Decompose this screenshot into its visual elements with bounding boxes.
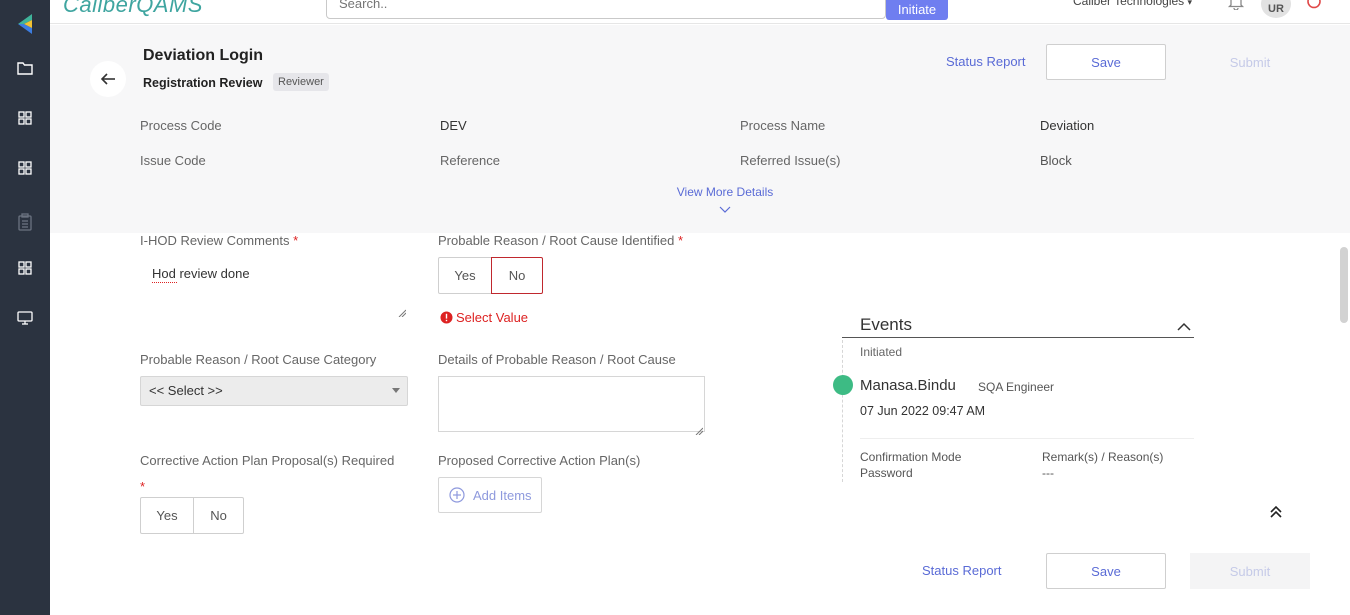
capa-required-no-option[interactable]: No	[193, 497, 244, 534]
initiate-button[interactable]: Initiate	[886, 0, 948, 20]
probable-reason-no-option[interactable]: No	[491, 257, 543, 294]
validation-error-text: Select Value	[456, 310, 529, 325]
block-label: Block	[1040, 153, 1072, 168]
submit-button[interactable]: Submit	[1190, 44, 1310, 80]
required-mark: *	[293, 233, 299, 248]
ihod-review-label: I-HOD Review Comments *	[140, 233, 298, 248]
power-icon[interactable]	[1305, 0, 1323, 15]
chevron-down-icon: ▾	[1187, 0, 1193, 7]
capa-required-label: Corrective Action Plan Proposal(s) Requi…	[140, 453, 395, 468]
role-badge: Reviewer	[273, 73, 329, 91]
ihod-review-label-text: I-HOD Review Comments	[140, 233, 290, 248]
app-logo-icon[interactable]	[12, 12, 38, 36]
sidebar	[0, 0, 50, 615]
scrollbar[interactable]	[1340, 247, 1348, 323]
proposed-capa-label: Proposed Corrective Action Plan(s)	[438, 453, 641, 468]
search-input[interactable]	[326, 0, 886, 19]
company-selector[interactable]: Caliber Technologies ▾	[1073, 0, 1192, 8]
events-title: Events	[860, 315, 912, 334]
footer-save-button[interactable]: Save	[1046, 553, 1166, 589]
details-label: Details of Probable Reason / Root Cause	[438, 352, 676, 367]
reports-grid-icon[interactable]	[12, 257, 38, 279]
event-user: Manasa.Bindu	[860, 377, 956, 394]
issue-code-label: Issue Code	[140, 153, 206, 168]
process-code-label: Process Code	[140, 118, 222, 133]
record-header: Deviation Login Registration Review Revi…	[50, 25, 1350, 233]
event-role: SQA Engineer	[978, 380, 1055, 394]
arrow-left-icon	[100, 73, 115, 85]
referred-issues-label: Referred Issue(s)	[740, 153, 841, 168]
save-button[interactable]: Save	[1046, 44, 1166, 80]
spellcheck-underline	[152, 282, 177, 283]
plus-circle-icon	[449, 487, 465, 503]
modules-grid-icon[interactable]	[12, 157, 38, 179]
event-date: 07 Jun 2022 09:47 AM	[860, 404, 986, 418]
top-bar: CaliberQAMS Initiate Caliber Technologie…	[50, 0, 1350, 24]
company-name: Caliber Technologies	[1073, 0, 1185, 8]
add-items-button[interactable]: Add Items	[438, 477, 542, 513]
details-textarea[interactable]	[438, 376, 705, 432]
dashboard-grid-icon[interactable]	[12, 107, 38, 129]
probable-reason-yes-option[interactable]: Yes	[438, 257, 492, 294]
folder-icon[interactable]	[12, 57, 38, 79]
view-more-details-link[interactable]: View More Details	[675, 185, 775, 199]
footer-submit-button[interactable]: Submit	[1190, 553, 1310, 589]
category-label: Probable Reason / Root Cause Category	[140, 352, 377, 367]
clipboard-icon[interactable]	[12, 211, 38, 233]
resize-grip-icon[interactable]	[695, 422, 704, 436]
avatar[interactable]: UR	[1261, 0, 1291, 18]
required-mark: *	[140, 479, 146, 494]
footer-status-report-link[interactable]: Status Report	[922, 563, 1002, 578]
app-logo-text: CaliberQAMS	[63, 0, 203, 17]
confirmation-mode-value: Password	[860, 466, 913, 480]
reference-label: Reference	[440, 153, 500, 168]
timeline-line	[842, 340, 843, 482]
scroll-to-top-icon[interactable]	[1269, 505, 1283, 524]
dropdown-arrow-icon[interactable]	[392, 388, 400, 393]
monitor-icon[interactable]	[12, 307, 38, 329]
event-stage: Initiated	[860, 345, 903, 359]
probable-reason-label-text: Probable Reason / Root Cause Identified	[438, 233, 675, 248]
validation-error: Select Value	[440, 310, 528, 325]
category-select[interactable]: << Select >>	[140, 376, 408, 406]
ihod-review-textarea[interactable]: Hod review done	[140, 258, 408, 313]
status-report-link[interactable]: Status Report	[946, 54, 1026, 69]
page-title: Deviation Login	[143, 47, 263, 64]
stage-title: Registration Review	[143, 76, 263, 90]
confirmation-mode-label: Confirmation Mode	[860, 450, 962, 464]
add-items-label: Add Items	[473, 487, 532, 503]
capa-required-yes-option[interactable]: Yes	[140, 497, 194, 534]
chevron-up-icon[interactable]	[1177, 319, 1191, 337]
process-name-value: Deviation	[1040, 118, 1095, 133]
events-divider	[842, 337, 1194, 338]
process-code-value: DEV	[440, 118, 467, 133]
resize-grip-icon[interactable]	[398, 304, 407, 318]
probable-reason-label: Probable Reason / Root Cause Identified …	[438, 233, 683, 248]
remarks-value: ---	[1042, 466, 1054, 480]
error-icon	[440, 311, 453, 324]
event-separator	[860, 438, 1194, 439]
event-status-dot	[833, 375, 853, 395]
back-button[interactable]	[90, 61, 126, 97]
process-name-label: Process Name	[740, 118, 826, 133]
remarks-label: Remark(s) / Reason(s)	[1042, 450, 1164, 464]
required-mark: *	[677, 233, 684, 248]
bell-icon[interactable]	[1227, 0, 1245, 15]
chevron-down-icon[interactable]	[719, 201, 731, 219]
